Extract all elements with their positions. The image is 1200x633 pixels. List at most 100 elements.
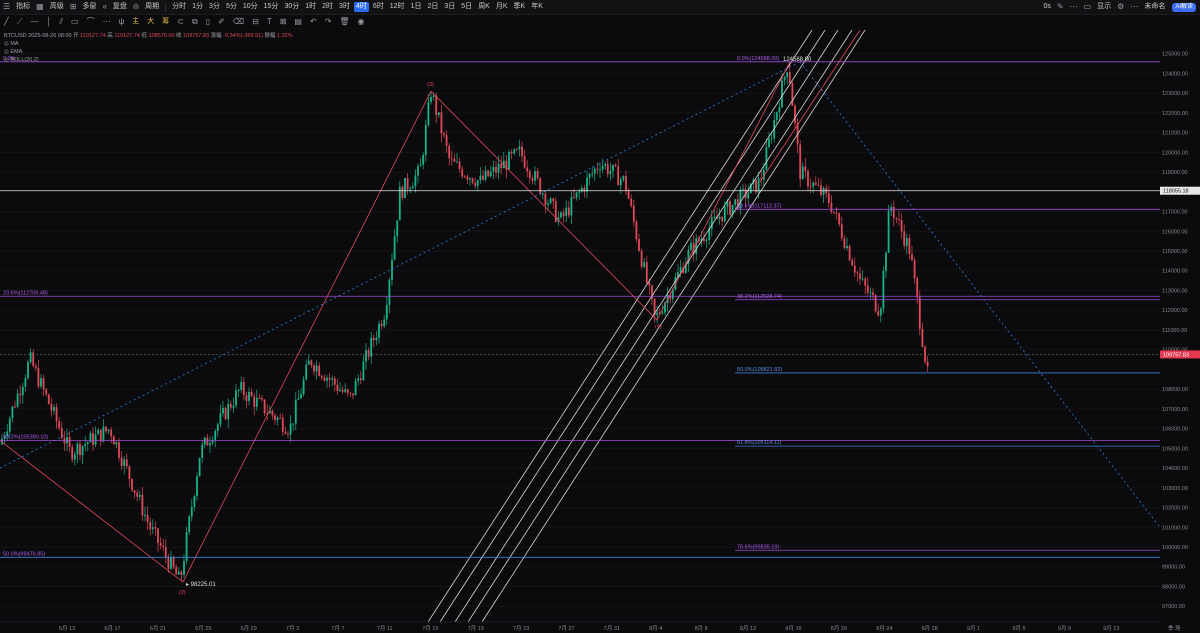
high-label: 高 bbox=[107, 33, 113, 39]
fib-label-left-7: 50.0%(99476.85) bbox=[3, 551, 45, 557]
candle-body bbox=[29, 352, 32, 363]
candle-body bbox=[484, 170, 487, 180]
candle-body bbox=[53, 407, 55, 411]
ruler-icon[interactable]: ▤ bbox=[290, 15, 306, 29]
candle-body bbox=[185, 531, 188, 561]
pencil-icon[interactable]: ✎ bbox=[1054, 0, 1067, 14]
candle-body bbox=[718, 216, 721, 219]
more-icon[interactable]: ⋯ bbox=[1127, 0, 1141, 14]
menu-icon[interactable]: ☰ bbox=[0, 0, 13, 14]
display-button[interactable]: 显示 bbox=[1094, 0, 1114, 14]
interval-20[interactable]: 年K bbox=[528, 0, 546, 14]
ma-label: MA bbox=[10, 41, 19, 47]
rectangle-icon[interactable]: ▭ bbox=[67, 15, 83, 29]
ray-icon[interactable]: ⟋ bbox=[13, 15, 27, 29]
candle-body bbox=[307, 360, 310, 365]
boll-row[interactable]: ◎ BOLL(20,2) bbox=[4, 56, 293, 64]
candle-body bbox=[604, 164, 607, 166]
interval-9[interactable]: 3时 bbox=[336, 0, 353, 14]
advanced-button[interactable]: 高级 bbox=[47, 0, 67, 14]
interval-4[interactable]: 10分 bbox=[240, 0, 261, 14]
hide-icon[interactable]: ◉ bbox=[354, 15, 369, 29]
crop-icon[interactable]: ⧉ bbox=[188, 15, 202, 29]
candle-body bbox=[24, 378, 27, 387]
undo-icon[interactable]: ↶ bbox=[306, 15, 321, 29]
candle-body bbox=[255, 397, 258, 407]
interval-15[interactable]: 3日 bbox=[441, 0, 458, 14]
interval-1[interactable]: 1分 bbox=[189, 0, 206, 14]
candle-body bbox=[469, 178, 471, 180]
interval-3[interactable]: 5分 bbox=[223, 0, 240, 14]
ellipsis-icon[interactable]: ⋯ bbox=[1067, 0, 1081, 14]
multi-chart-button[interactable]: 多窗 bbox=[79, 0, 99, 14]
candle-body bbox=[523, 156, 526, 168]
candlestick-chart[interactable]: 0.0%(124588.00) 23.6%(117112.37) 23.6%(112… bbox=[0, 30, 1200, 633]
interval-11[interactable]: 6时 bbox=[370, 0, 387, 14]
lock-icon[interactable]: ⊟ bbox=[248, 15, 263, 29]
interval-19[interactable]: 季K bbox=[511, 0, 529, 14]
candle-body bbox=[640, 250, 643, 267]
candle-body bbox=[302, 379, 305, 395]
candle-body bbox=[58, 421, 61, 429]
brush-icon[interactable]: ✐ bbox=[214, 15, 229, 29]
big-tool[interactable]: 大 bbox=[143, 15, 158, 29]
layout-icon[interactable]: ▭ bbox=[1081, 0, 1095, 14]
ema-row[interactable]: ◎ EMA bbox=[4, 48, 293, 56]
candle-body bbox=[877, 311, 880, 316]
dotted-line-icon[interactable]: ⋯ bbox=[99, 15, 115, 29]
candle-body bbox=[287, 433, 289, 435]
vertical-line-icon[interactable]: │ bbox=[42, 15, 55, 29]
interval-16[interactable]: 5日 bbox=[458, 0, 475, 14]
interval-13[interactable]: 1日 bbox=[408, 0, 425, 14]
main-force-tool[interactable]: 主 bbox=[128, 15, 143, 29]
interval-17[interactable]: 周K bbox=[475, 0, 493, 14]
candle-body bbox=[479, 175, 482, 181]
candle-body bbox=[690, 243, 692, 250]
chart-type-icon[interactable]: ılı bbox=[130, 0, 142, 14]
candle-body bbox=[851, 260, 854, 266]
high-value: 110127.74 bbox=[114, 33, 140, 39]
layout-name[interactable]: 未命名 bbox=[1141, 0, 1168, 14]
interval-0[interactable]: 分时 bbox=[169, 0, 189, 14]
candle-body bbox=[125, 459, 128, 467]
ai-interpret-button[interactable]: AI解读 bbox=[1172, 2, 1196, 12]
candle-body bbox=[721, 216, 724, 222]
fib-label-6: 61.8%(105114.11) bbox=[737, 440, 782, 446]
candle-body bbox=[492, 166, 495, 172]
pitchfork-icon[interactable]: ψ bbox=[115, 15, 129, 29]
text-icon[interactable]: T bbox=[263, 15, 276, 29]
time-tick-14: 8月 8 bbox=[695, 625, 708, 632]
interval-18[interactable]: 月K bbox=[493, 0, 511, 14]
delete-icon[interactable]: 🗑 bbox=[335, 15, 353, 29]
period-button[interactable]: 周期 bbox=[142, 0, 162, 14]
interval-8[interactable]: 2时 bbox=[319, 0, 336, 14]
candle-body bbox=[380, 323, 383, 327]
trend-line-icon[interactable]: ╱ bbox=[0, 15, 13, 29]
candle-body bbox=[799, 144, 802, 180]
candle-body bbox=[183, 560, 185, 575]
chip-tool[interactable]: 筹 bbox=[158, 15, 173, 29]
interval-7[interactable]: 1时 bbox=[302, 0, 319, 14]
path-icon[interactable]: ⌒ bbox=[83, 15, 99, 29]
indicator-button[interactable]: 指标 bbox=[13, 0, 33, 14]
redo-icon[interactable]: ↷ bbox=[321, 15, 336, 29]
boll-label: BOLL(20,2) bbox=[10, 57, 39, 63]
eraser-icon[interactable]: ⌫ bbox=[229, 15, 248, 29]
cursor-icon[interactable]: ▯ bbox=[202, 15, 214, 29]
interval-2[interactable]: 3分 bbox=[206, 0, 223, 14]
replay-button[interactable]: 复盘 bbox=[110, 0, 130, 14]
interval-5[interactable]: 15分 bbox=[261, 0, 282, 14]
settings-icon[interactable]: ⚙ bbox=[1114, 0, 1127, 14]
horizontal-line-icon[interactable]: — bbox=[26, 15, 42, 29]
measure-icon[interactable]: ⊠ bbox=[276, 15, 291, 29]
magnet-icon[interactable]: ⊂ bbox=[173, 15, 188, 29]
candle-body bbox=[705, 239, 708, 241]
interval-14[interactable]: 2日 bbox=[424, 0, 441, 14]
interval-12[interactable]: 12时 bbox=[387, 0, 408, 14]
interval-6[interactable]: 30分 bbox=[281, 0, 302, 14]
parallel-channel-icon[interactable]: ⫽ bbox=[55, 15, 67, 29]
interval-10[interactable]: 4时 bbox=[353, 2, 369, 12]
ma-row[interactable]: ◎ MA bbox=[4, 40, 293, 48]
time-tick-15: 8月 12 bbox=[740, 625, 756, 632]
candle-body bbox=[903, 231, 906, 246]
